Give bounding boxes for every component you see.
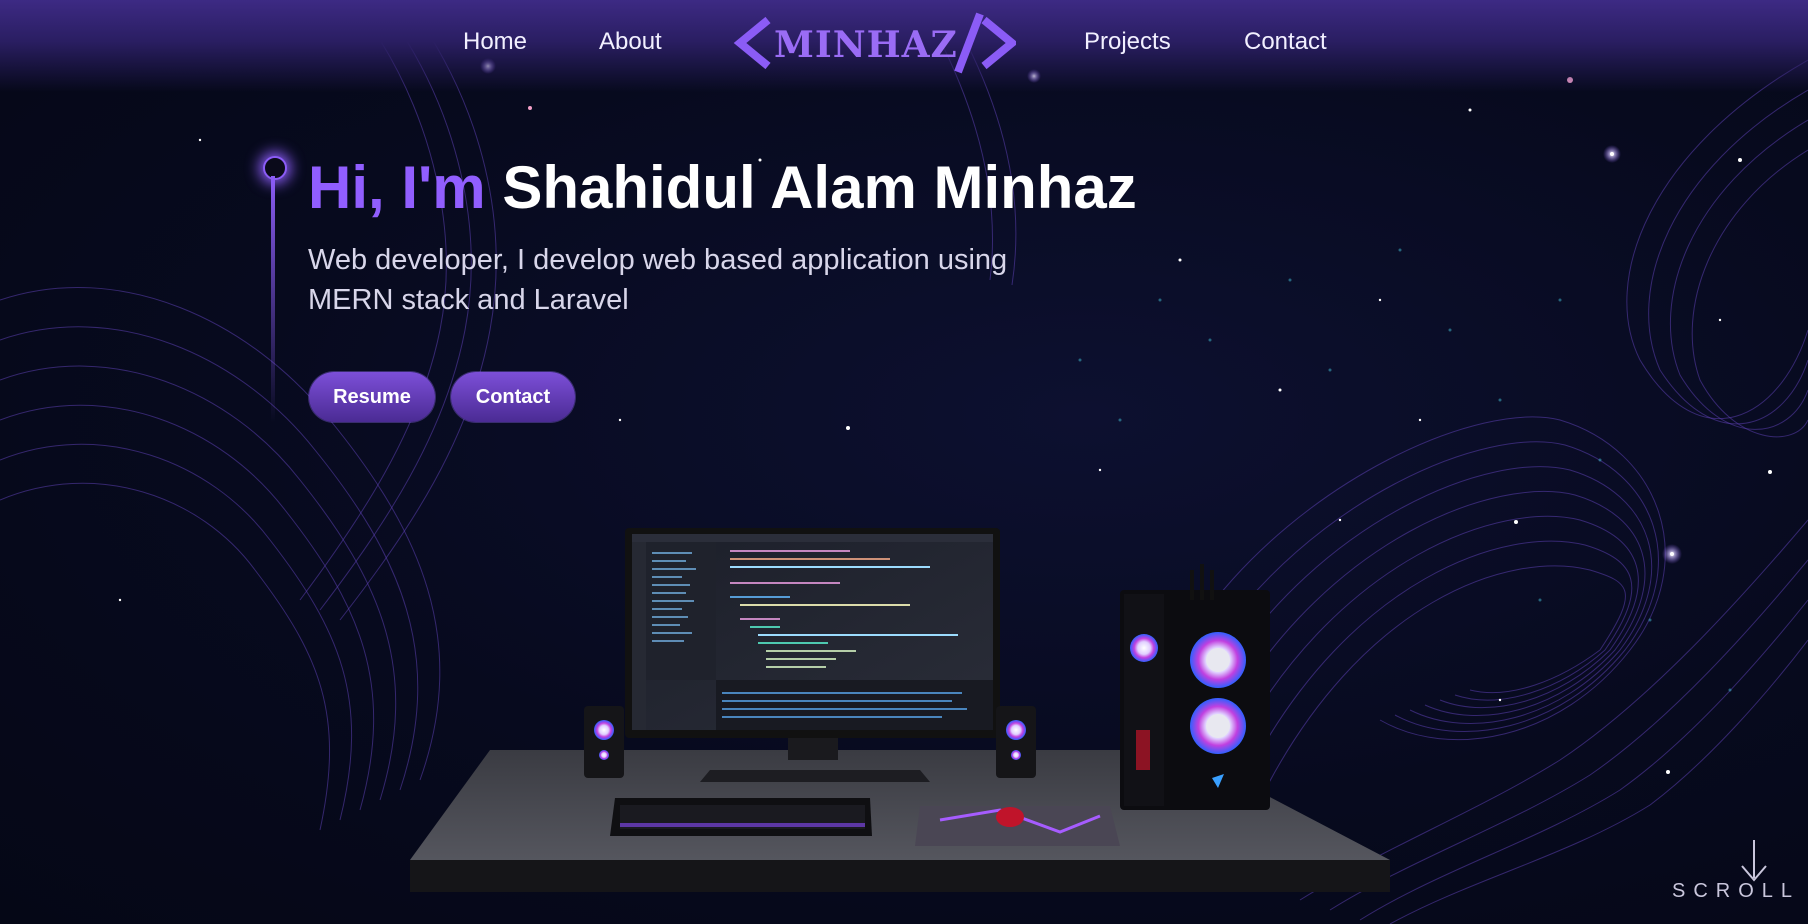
timeline-dot — [263, 156, 287, 180]
nav-link-about[interactable]: About — [599, 28, 662, 56]
resume-button[interactable]: Resume — [309, 372, 435, 422]
nav-link-home[interactable]: Home — [463, 28, 527, 56]
nav-link-projects[interactable]: Projects — [1084, 28, 1171, 56]
timeline-line — [271, 176, 275, 422]
hero-name: Shahidul Alam Minhaz — [502, 154, 1137, 221]
hero-title: Hi, I'm Shahidul Alam Minhaz — [308, 152, 1137, 224]
hero-greeting: Hi, I'm — [308, 154, 486, 221]
arrow-down-icon — [1741, 840, 1767, 882]
hero-subtitle: Web developer, I develop web based appli… — [308, 244, 1008, 316]
scroll-indicator[interactable]: SCROLL — [1672, 838, 1792, 908]
logo-text: MINHAZ — [774, 24, 958, 66]
desk-setup-illustration — [410, 528, 1390, 892]
site-logo[interactable]: MINHAZ — [732, 10, 1016, 76]
nav-link-contact[interactable]: Contact — [1244, 28, 1327, 56]
scroll-label: SCROLL — [1672, 880, 1801, 902]
contact-button[interactable]: Contact — [451, 372, 575, 422]
